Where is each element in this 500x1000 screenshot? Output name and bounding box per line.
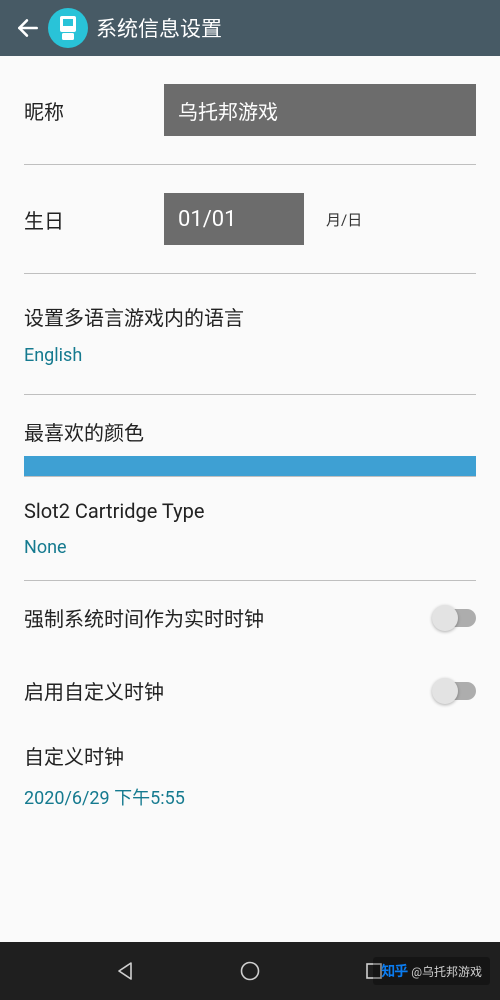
custom-clock-toggle[interactable] xyxy=(434,682,476,700)
watermark: 知乎 @乌托邦游戏 xyxy=(373,957,490,985)
triangle-back-icon xyxy=(116,961,136,981)
nickname-row: 昵称 xyxy=(24,56,476,165)
switch-thumb xyxy=(432,605,458,631)
slot2-row[interactable]: Slot2 Cartridge Type None xyxy=(24,477,476,581)
custom-clock-toggle-row: 启用自定义时钟 xyxy=(24,654,476,727)
birthday-hint: 月/日 xyxy=(326,209,362,230)
nav-back-button[interactable] xyxy=(109,954,143,988)
app-bar: 系统信息设置 xyxy=(0,0,500,56)
back-button[interactable] xyxy=(8,8,48,48)
custom-clock-toggle-label: 启用自定义时钟 xyxy=(24,676,164,705)
nickname-label: 昵称 xyxy=(24,96,164,125)
android-nav-bar: 知乎 @乌托邦游戏 xyxy=(0,942,500,1000)
custom-clock-label: 自定义时钟 xyxy=(24,741,476,770)
custom-clock-value: 2020/6/29 下午5:55 xyxy=(24,784,476,810)
birthday-label: 生日 xyxy=(24,205,164,234)
favorite-color-label: 最喜欢的颜色 xyxy=(24,417,476,446)
birthday-input[interactable] xyxy=(164,193,304,245)
arrow-left-icon xyxy=(15,15,41,41)
favorite-color-row[interactable]: 最喜欢的颜色 xyxy=(24,395,476,476)
language-label: 设置多语言游戏内的语言 xyxy=(24,302,476,331)
app-logo-icon xyxy=(48,8,88,48)
force-rtc-label: 强制系统时间作为实时时钟 xyxy=(24,603,264,632)
slot2-label: Slot2 Cartridge Type xyxy=(24,499,476,523)
nav-home-button[interactable] xyxy=(233,954,267,988)
slot2-value: None xyxy=(24,537,476,558)
zhihu-logo-icon: 知乎 xyxy=(381,961,407,981)
switch-thumb xyxy=(432,678,458,704)
nickname-input[interactable] xyxy=(164,84,476,136)
favorite-color-swatch xyxy=(24,456,476,476)
cartridge-icon xyxy=(57,15,79,41)
birthday-row: 生日 月/日 xyxy=(24,165,476,274)
watermark-user: @乌托邦游戏 xyxy=(411,963,482,980)
force-rtc-row: 强制系统时间作为实时时钟 xyxy=(24,581,476,654)
force-rtc-toggle[interactable] xyxy=(434,609,476,627)
language-row[interactable]: 设置多语言游戏内的语言 English xyxy=(24,274,476,395)
language-value: English xyxy=(24,345,476,366)
settings-content: 昵称 生日 月/日 设置多语言游戏内的语言 English 最喜欢的颜色 Slo… xyxy=(0,56,500,942)
circle-home-icon xyxy=(239,960,261,982)
custom-clock-row[interactable]: 自定义时钟 2020/6/29 下午5:55 xyxy=(24,727,476,840)
page-title: 系统信息设置 xyxy=(96,13,222,43)
